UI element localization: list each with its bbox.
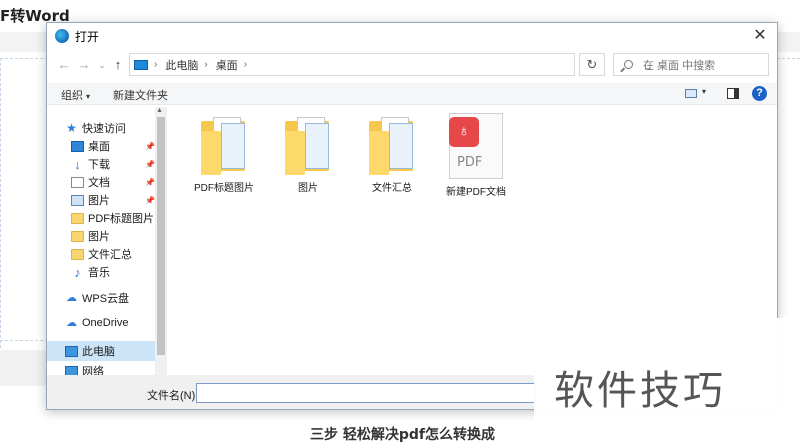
browser-app-icon (55, 29, 69, 43)
search-placeholder: 在 桌面 中搜索 (643, 59, 716, 72)
picture-icon (71, 194, 84, 206)
onedrive-icon: ☁ (66, 316, 77, 329)
folder-icon (71, 212, 84, 224)
close-button[interactable]: ✕ (749, 26, 771, 46)
pc-icon (65, 345, 78, 357)
nav-item-quick-access[interactable]: ★ 快速访问 (65, 119, 165, 137)
scrollbar-thumb[interactable] (157, 117, 165, 355)
nav-item-music[interactable]: ♪ 音乐 (71, 263, 155, 281)
document-icon (71, 176, 84, 188)
file-name: 图片 (298, 183, 318, 194)
nav-label: 图片 (88, 231, 110, 243)
nav-label: 文件汇总 (88, 249, 132, 261)
address-bar[interactable]: › 此电脑 › 桌面 › ⌄ (129, 53, 652, 76)
nav-item-onedrive[interactable]: ☁ OneDrive (65, 314, 165, 332)
folder-icon (71, 230, 84, 242)
dialog-title: 打开 (75, 29, 100, 44)
file-name: PDF标题图片 (194, 183, 254, 194)
view-options-icon[interactable] (685, 89, 697, 98)
nav-label: PDF标题图片 (88, 213, 154, 225)
help-icon[interactable]: ? (752, 86, 767, 101)
preview-pane-icon[interactable] (727, 88, 739, 99)
up-button[interactable]: ↑ (109, 55, 127, 75)
filename-label: 文件名(N): (147, 390, 199, 402)
pin-icon: 📌 (145, 195, 155, 205)
chevron-right-icon[interactable]: › (244, 59, 247, 70)
cloud-icon: ☁ (66, 291, 77, 304)
background-text: 三步 轻松解决pdf怎么转换成 (310, 427, 496, 443)
nav-item-documents[interactable]: 文档 📌 (71, 173, 155, 191)
nav-label: WPS云盘 (82, 293, 130, 305)
nav-label: 音乐 (88, 267, 110, 279)
new-folder-button[interactable]: 新建文件夹 (113, 87, 168, 103)
nav-item-images-folder[interactable]: 图片 (71, 227, 155, 245)
file-item-images[interactable]: 图片 (268, 117, 348, 194)
pdf-badge-text: PDF (457, 155, 483, 170)
watermark: 软件技巧 (534, 318, 800, 448)
filename-field[interactable] (196, 383, 536, 403)
refresh-button[interactable]: ↻ (579, 53, 605, 76)
nav-label: 此电脑 (82, 346, 115, 358)
folder-icon (71, 248, 84, 260)
nav-label: 桌面 (88, 141, 110, 153)
caret-down-icon[interactable]: ▾ (702, 87, 706, 96)
chevron-right-icon[interactable]: › (204, 59, 207, 70)
nav-item-wps-cloud[interactable]: ☁ WPS云盘 (65, 289, 165, 307)
forward-button[interactable]: → (75, 55, 93, 75)
chevron-right-icon[interactable]: › (154, 59, 157, 70)
breadcrumb-desktop[interactable]: 桌面 (216, 57, 238, 73)
nav-label: 文档 (88, 177, 110, 189)
folder-icon (201, 117, 247, 175)
this-pc-icon (134, 59, 148, 70)
pin-icon: 📌 (145, 141, 155, 151)
command-toolbar: 组织 ▾ 新建文件夹 ▾ ? (47, 83, 777, 105)
search-icon (624, 60, 633, 69)
nav-item-file-summary[interactable]: 文件汇总 (71, 245, 155, 263)
nav-label: 快速访问 (82, 123, 126, 135)
watermark-text: 软件技巧 (554, 368, 726, 414)
file-name: 新建PDF文档 (446, 187, 506, 198)
pdf-file-icon: ♁ PDF (447, 113, 505, 179)
download-icon: ↓ (74, 156, 81, 172)
nav-label: 下载 (88, 159, 110, 171)
nav-item-pdf-title-images[interactable]: PDF标题图片 (71, 209, 155, 227)
caret-down-icon: ▾ (86, 92, 91, 101)
nav-scrollbar[interactable]: ▲ (155, 107, 167, 375)
organize-label: 组织 (61, 90, 83, 102)
nav-item-desktop[interactable]: 桌面 📌 (71, 137, 155, 155)
search-input[interactable]: 在 桌面 中搜索 (613, 53, 769, 76)
desktop-icon (71, 140, 84, 152)
navigation-pane: ★ 快速访问 桌面 📌 ↓ 下载 📌 文档 📌 图片 📌 PDF标题图片 图片 … (47, 107, 167, 377)
pin-icon: 📌 (145, 159, 155, 169)
folder-icon (285, 117, 331, 175)
file-name: 文件汇总 (372, 183, 412, 194)
organize-button[interactable]: 组织 ▾ (61, 87, 90, 103)
breadcrumb-this-pc[interactable]: 此电脑 (165, 57, 198, 73)
nav-item-pictures[interactable]: 图片 📌 (71, 191, 155, 209)
file-item-pdf-title-images[interactable]: PDF标题图片 (184, 117, 264, 194)
music-icon: ♪ (74, 264, 81, 280)
pin-icon: 📌 (145, 177, 155, 187)
scroll-up-icon[interactable]: ▲ (156, 107, 163, 114)
star-icon: ★ (66, 120, 77, 135)
dashed-border (0, 58, 1, 348)
nav-label: 图片 (88, 195, 110, 207)
nav-item-this-pc[interactable]: 此电脑 (65, 342, 165, 360)
file-item-file-summary[interactable]: 文件汇总 (352, 117, 432, 194)
dialog-titlebar[interactable]: 打开 ✕ (47, 23, 777, 49)
folder-icon (369, 117, 415, 175)
pdf-logo-icon: ♁ (449, 117, 479, 147)
nav-label: OneDrive (82, 317, 129, 329)
back-button[interactable]: ← (55, 55, 73, 75)
address-row: ← → ⌄ ↑ › 此电脑 › 桌面 › ⌄ ↻ 在 桌面 中搜索 (47, 51, 777, 79)
nav-item-downloads[interactable]: ↓ 下载 📌 (71, 155, 155, 173)
file-item-new-pdf[interactable]: ♁ PDF 新建PDF文档 (436, 113, 516, 198)
